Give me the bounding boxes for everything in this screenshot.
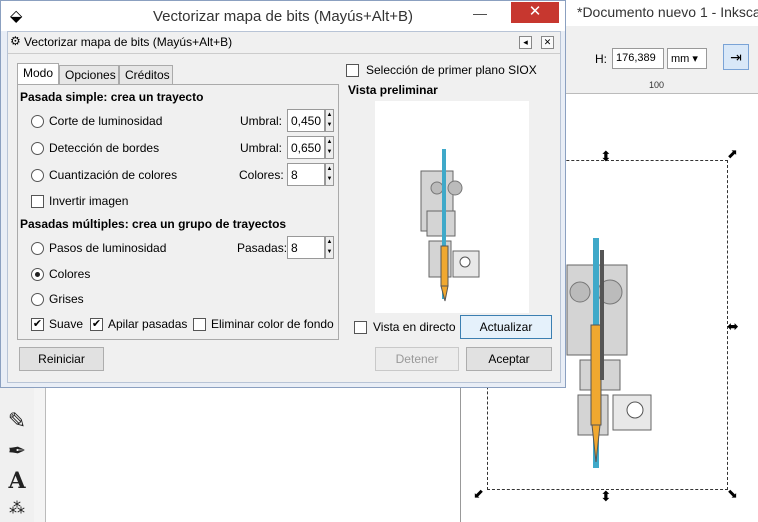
update-button[interactable]: Actualizar <box>460 315 552 339</box>
inkscape-window-title: *Documento nuevo 1 - Inkscape <box>565 0 758 26</box>
colors-input[interactable]: 8 <box>287 163 325 186</box>
window-titlebar: ⬙ Vectorizar mapa de bits (Mayús+Alt+B) … <box>1 1 565 31</box>
trace-icon: ⚙ <box>10 34 21 48</box>
siox-label: Selección de primer plano SIOX <box>366 63 537 77</box>
multiple-scans-heading: Pasadas múltiples: crea un grupo de tray… <box>20 217 287 231</box>
minimize-icon[interactable]: — <box>473 5 487 21</box>
live-preview-checkbox[interactable] <box>354 321 367 334</box>
threshold-input-2[interactable]: 0,650 <box>287 136 325 159</box>
resize-handle-corner-br[interactable]: ⬊ <box>727 486 738 502</box>
brightness-steps-label: Pasos de luminosidad <box>49 241 167 255</box>
dock-icon[interactable]: ◂ <box>519 36 532 49</box>
text-tool-icon[interactable]: A <box>4 468 30 494</box>
ok-button[interactable]: Aceptar <box>466 347 552 371</box>
stop-button[interactable]: Detener <box>375 347 459 371</box>
resize-handle-bottom[interactable]: ⬍ <box>600 488 612 505</box>
smooth-checkbox[interactable]: ✔ <box>31 318 44 331</box>
stack-checkbox[interactable]: ✔ <box>90 318 103 331</box>
preview-heading: Vista preliminar <box>348 83 438 97</box>
colors-spinner[interactable]: ▲ ▼ <box>325 163 334 186</box>
smooth-label: Suave <box>49 317 84 331</box>
unit-select[interactable]: mm ▾ <box>667 48 707 69</box>
resize-handle-corner-tr[interactable]: ⬈ <box>727 146 738 162</box>
radio-grays[interactable] <box>31 293 44 306</box>
threshold-input-1[interactable]: 0,450 <box>287 109 325 132</box>
colors-option-label: Colores <box>49 267 91 281</box>
h-input[interactable]: 176,389 <box>612 48 664 69</box>
radio-brightness-cutoff[interactable] <box>31 115 44 128</box>
grays-label: Grises <box>49 292 84 306</box>
tab-credits[interactable]: Créditos <box>119 65 173 85</box>
dropper-icon[interactable]: ✎ <box>4 408 30 434</box>
calligraphy-icon[interactable]: ✒ <box>4 438 30 464</box>
resize-handle-right[interactable]: ⬌ <box>727 318 739 335</box>
trace-bitmap-window: ⬙ Vectorizar mapa de bits (Mayús+Alt+B) … <box>0 0 566 388</box>
spray-icon[interactable]: ⁂ <box>4 496 30 522</box>
stack-label: Apilar pasadas <box>108 317 188 331</box>
invert-label: Invertir imagen <box>49 194 129 208</box>
dock-close-icon[interactable]: ✕ <box>541 36 554 49</box>
unit-label: mm <box>671 53 690 65</box>
vertical-ruler <box>34 388 46 522</box>
single-scan-heading: Pasada simple: crea un trayecto <box>20 90 204 104</box>
threshold-label-2: Umbral: <box>240 141 283 155</box>
horizontal-ruler: 100 <box>565 78 758 94</box>
toolbox: ✎ ✒ A ⁂ <box>0 388 34 522</box>
dock-title-bar: ⚙ Vectorizar mapa de bits (Mayús+Alt+B) … <box>8 32 560 54</box>
h-label: H: <box>595 52 607 66</box>
colors-label: Colores: <box>239 168 284 182</box>
dock-title: Vectorizar mapa de bits (Mayús+Alt+B) <box>24 35 233 49</box>
radio-color-quantization[interactable] <box>31 169 44 182</box>
ruler-tick-label: 100 <box>649 80 665 90</box>
close-button[interactable]: ✕ <box>511 2 559 23</box>
remove-background-checkbox[interactable] <box>193 318 206 331</box>
tab-options[interactable]: Opciones <box>59 65 119 85</box>
align-icon[interactable]: ⇥ <box>723 44 749 70</box>
bitmap-image[interactable] <box>560 230 670 480</box>
threshold-spinner-2[interactable]: ▲ ▼ <box>325 136 334 159</box>
threshold-label-1: Umbral: <box>240 114 283 128</box>
reset-button[interactable]: Reiniciar <box>19 347 104 371</box>
passes-spinner[interactable]: ▲ ▼ <box>325 236 334 259</box>
edge-detection-label: Detección de bordes <box>49 141 160 155</box>
tab-mode[interactable]: Modo <box>17 63 59 85</box>
resize-handle-top[interactable]: ⬍ <box>600 148 612 165</box>
live-preview-label: Vista en directo <box>373 320 456 334</box>
threshold-spinner-1[interactable]: ▲ ▼ <box>325 109 334 132</box>
passes-input[interactable]: 8 <box>287 236 325 259</box>
radio-brightness-steps[interactable] <box>31 242 44 255</box>
preview-image <box>420 149 480 302</box>
resize-handle-corner-bl[interactable]: ⬋ <box>473 486 484 502</box>
radio-colors[interactable] <box>31 268 44 281</box>
radio-edge-detection[interactable] <box>31 142 44 155</box>
passes-label: Pasadas: <box>237 241 288 255</box>
preview-area <box>375 101 529 313</box>
brightness-cutoff-label: Corte de luminosidad <box>49 114 163 128</box>
siox-checkbox[interactable] <box>346 64 359 77</box>
color-quantization-label: Cuantización de colores <box>49 168 178 182</box>
remove-background-label: Eliminar color de fondo <box>211 317 334 331</box>
dialog-body: ⚙ Vectorizar mapa de bits (Mayús+Alt+B) … <box>7 31 561 383</box>
invert-checkbox[interactable] <box>31 195 44 208</box>
